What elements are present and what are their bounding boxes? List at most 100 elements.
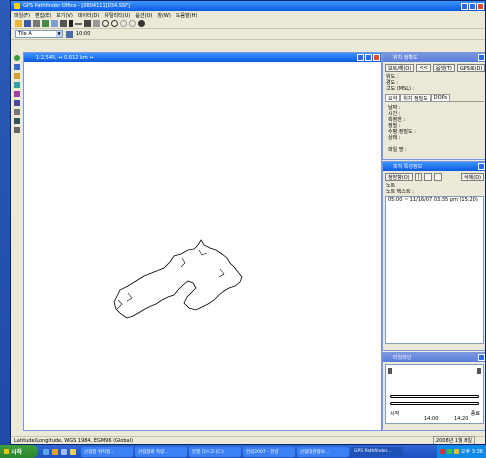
timeline-start-marker[interactable] xyxy=(388,368,392,374)
timeline-end-marker[interactable] xyxy=(477,368,481,374)
map-titlebar[interactable]: 1:2,545, ↔ 0.612 km ↔ xyxy=(24,53,381,62)
feature-button-delete[interactable]: 삭제(D) xyxy=(461,173,484,181)
desktop: GPS Pathfinder Office - [0804111[034.SSF… xyxy=(0,0,486,458)
menu-data[interactable]: 데이터(D) xyxy=(78,12,100,19)
position-panel-title[interactable]: 위치 정확도 xyxy=(383,53,485,62)
feature-button-2[interactable]: | xyxy=(414,173,423,181)
media-icon[interactable] xyxy=(52,448,58,455)
network-icon[interactable] xyxy=(439,449,445,454)
save-icon[interactable] xyxy=(24,20,31,27)
taskbar-item-5[interactable]: 산림대관청보... xyxy=(297,446,349,457)
minimize-button[interactable] xyxy=(461,2,468,10)
timeline-panel: 타임라인 시작 14:00 14:20 종료 xyxy=(382,352,485,431)
status-bar: Latitude/Longitude, WGS 1984, EGM96 (Glo… xyxy=(11,436,485,444)
close-button[interactable] xyxy=(477,2,484,10)
export-icon[interactable] xyxy=(14,100,20,106)
app-window: GPS Pathfinder Office - [0804111[034.SSF… xyxy=(10,0,486,445)
menu-help[interactable]: 도움말(H) xyxy=(176,12,197,19)
chevron-down-icon: ▼ xyxy=(56,31,62,37)
position-button-3[interactable]: 옵셋(T) xyxy=(432,64,455,72)
project-icon[interactable] xyxy=(14,55,20,61)
tab-summary[interactable]: 요약 xyxy=(385,94,401,102)
editor-icon[interactable] xyxy=(14,109,20,115)
taskbar-item-1[interactable]: 산림청 위치정... xyxy=(81,446,133,457)
menu-view[interactable]: 보기(V) xyxy=(56,12,73,19)
pencil-icon[interactable] xyxy=(84,20,91,27)
coordinate-system-label: Latitude/Longitude, WGS 1984, EGM96 (Glo… xyxy=(14,437,133,444)
open-icon[interactable] xyxy=(15,20,22,27)
timeline-axis-left: 시작 xyxy=(390,411,400,417)
timeline-panel-close-button[interactable] xyxy=(478,354,485,361)
app-titlebar[interactable]: GPS Pathfinder Office - [0804111[034.SSF… xyxy=(11,1,485,11)
layer-properties-icon[interactable] xyxy=(66,30,73,38)
map-icon[interactable] xyxy=(14,64,20,70)
app-title: GPS Pathfinder Office - [0804111[034.SSF… xyxy=(23,3,130,9)
feature-panel-title[interactable]: 피쳐 특성정보 xyxy=(383,162,485,171)
taskbar: 시작 산림청 위치정... 산림청회 측량... 분할 다스크 (C:) 한글2… xyxy=(0,445,486,458)
list-item[interactable]: 05:00 ~ 11/16/07 03:35 pm (15:20) xyxy=(386,197,483,203)
security-icon[interactable] xyxy=(453,449,459,454)
desktop-icon[interactable] xyxy=(61,448,67,455)
pan-icon[interactable] xyxy=(93,20,100,27)
select-icon[interactable] xyxy=(60,20,67,27)
position-button-4[interactable]: GPS로(D) xyxy=(456,64,485,72)
data-icon[interactable] xyxy=(14,73,20,79)
maximize-button[interactable] xyxy=(469,2,476,10)
measure-icon[interactable] xyxy=(129,20,136,27)
menu-edit[interactable]: 편집(E) xyxy=(35,12,51,19)
arrow-icon[interactable] xyxy=(69,20,73,27)
menu-file[interactable]: 파일(F) xyxy=(14,12,30,19)
layer-select[interactable]: Tile A ▼ xyxy=(15,30,63,38)
feature-panel-label: 피쳐 특성정보 xyxy=(393,164,423,170)
feature-panel-close-button[interactable] xyxy=(478,163,485,170)
start-button[interactable]: 시작 xyxy=(0,445,38,458)
taskbar-item-4[interactable]: 한글2007 - 한글 xyxy=(243,446,295,457)
map-minimize-button[interactable] xyxy=(357,54,364,61)
differential-icon[interactable] xyxy=(14,82,20,88)
feature-panel: 피쳐 특성정보 정방향(O) | 삭제(D) 노트 노트 텍스트 : 05:00… xyxy=(382,161,485,351)
gps-icon[interactable] xyxy=(138,20,145,27)
settings-icon[interactable] xyxy=(14,127,20,133)
tab-precision[interactable]: 위치 정밀도 xyxy=(400,94,431,102)
zoom-out-icon[interactable] xyxy=(111,20,118,27)
menu-window[interactable]: 창(W) xyxy=(157,12,170,19)
zoom-extent-icon[interactable] xyxy=(120,20,127,27)
left-toolbar xyxy=(11,52,23,432)
feature-button-4[interactable] xyxy=(434,173,443,181)
taskbar-item-2[interactable]: 산림청회 측량... xyxy=(135,446,187,457)
map-close-button[interactable] xyxy=(373,54,380,61)
position-button-2[interactable]: << xyxy=(416,64,431,72)
tab-dops[interactable]: DOPs xyxy=(430,94,451,101)
volume-icon[interactable] xyxy=(446,449,452,454)
boundary-polygon xyxy=(113,239,243,319)
app-icon xyxy=(14,3,20,9)
transfer-icon[interactable] xyxy=(14,118,20,124)
menu-utility[interactable]: 유틸리티(U) xyxy=(104,12,130,19)
taskbar-item-3[interactable]: 분할 다스크 (C:) xyxy=(189,446,241,457)
timeline-panel-title[interactable]: 타임라인 xyxy=(383,353,485,362)
position-button-1[interactable]: 보트/해(O) xyxy=(385,64,415,72)
position-panel-label: 위치 정확도 xyxy=(393,55,418,61)
clock: 오후 3:36 xyxy=(460,449,483,455)
timeline-area[interactable]: 시작 14:00 14:20 종료 xyxy=(385,364,484,424)
timeline-panel-label: 타임라인 xyxy=(393,355,412,361)
table-icon[interactable] xyxy=(51,20,58,27)
menu-options[interactable]: 옵션(O) xyxy=(135,12,152,19)
map-window: 1:2,545, ↔ 0.612 km ↔ xyxy=(23,52,382,431)
map-maximize-button[interactable] xyxy=(365,54,372,61)
quick-launch xyxy=(38,448,81,455)
zoom-in-icon[interactable] xyxy=(102,20,109,27)
feature-button-3[interactable] xyxy=(424,173,433,181)
map-canvas[interactable] xyxy=(24,62,381,430)
position-panel-close-button[interactable] xyxy=(478,54,485,61)
import-icon[interactable] xyxy=(14,91,20,97)
layers-icon[interactable] xyxy=(42,20,49,27)
feature-button-1[interactable]: 정방향(O) xyxy=(385,173,413,181)
print-icon[interactable] xyxy=(33,20,40,27)
feature-list[interactable]: 05:00 ~ 11/16/07 03:35 pm (15:20) xyxy=(385,196,484,344)
timeline-axis-right: 종료 xyxy=(470,411,480,417)
line-icon[interactable] xyxy=(75,22,82,25)
explorer-icon[interactable] xyxy=(70,448,76,455)
ie-icon[interactable] xyxy=(43,448,49,455)
taskbar-item-6[interactable]: GPS Pathfinder... xyxy=(351,446,403,457)
